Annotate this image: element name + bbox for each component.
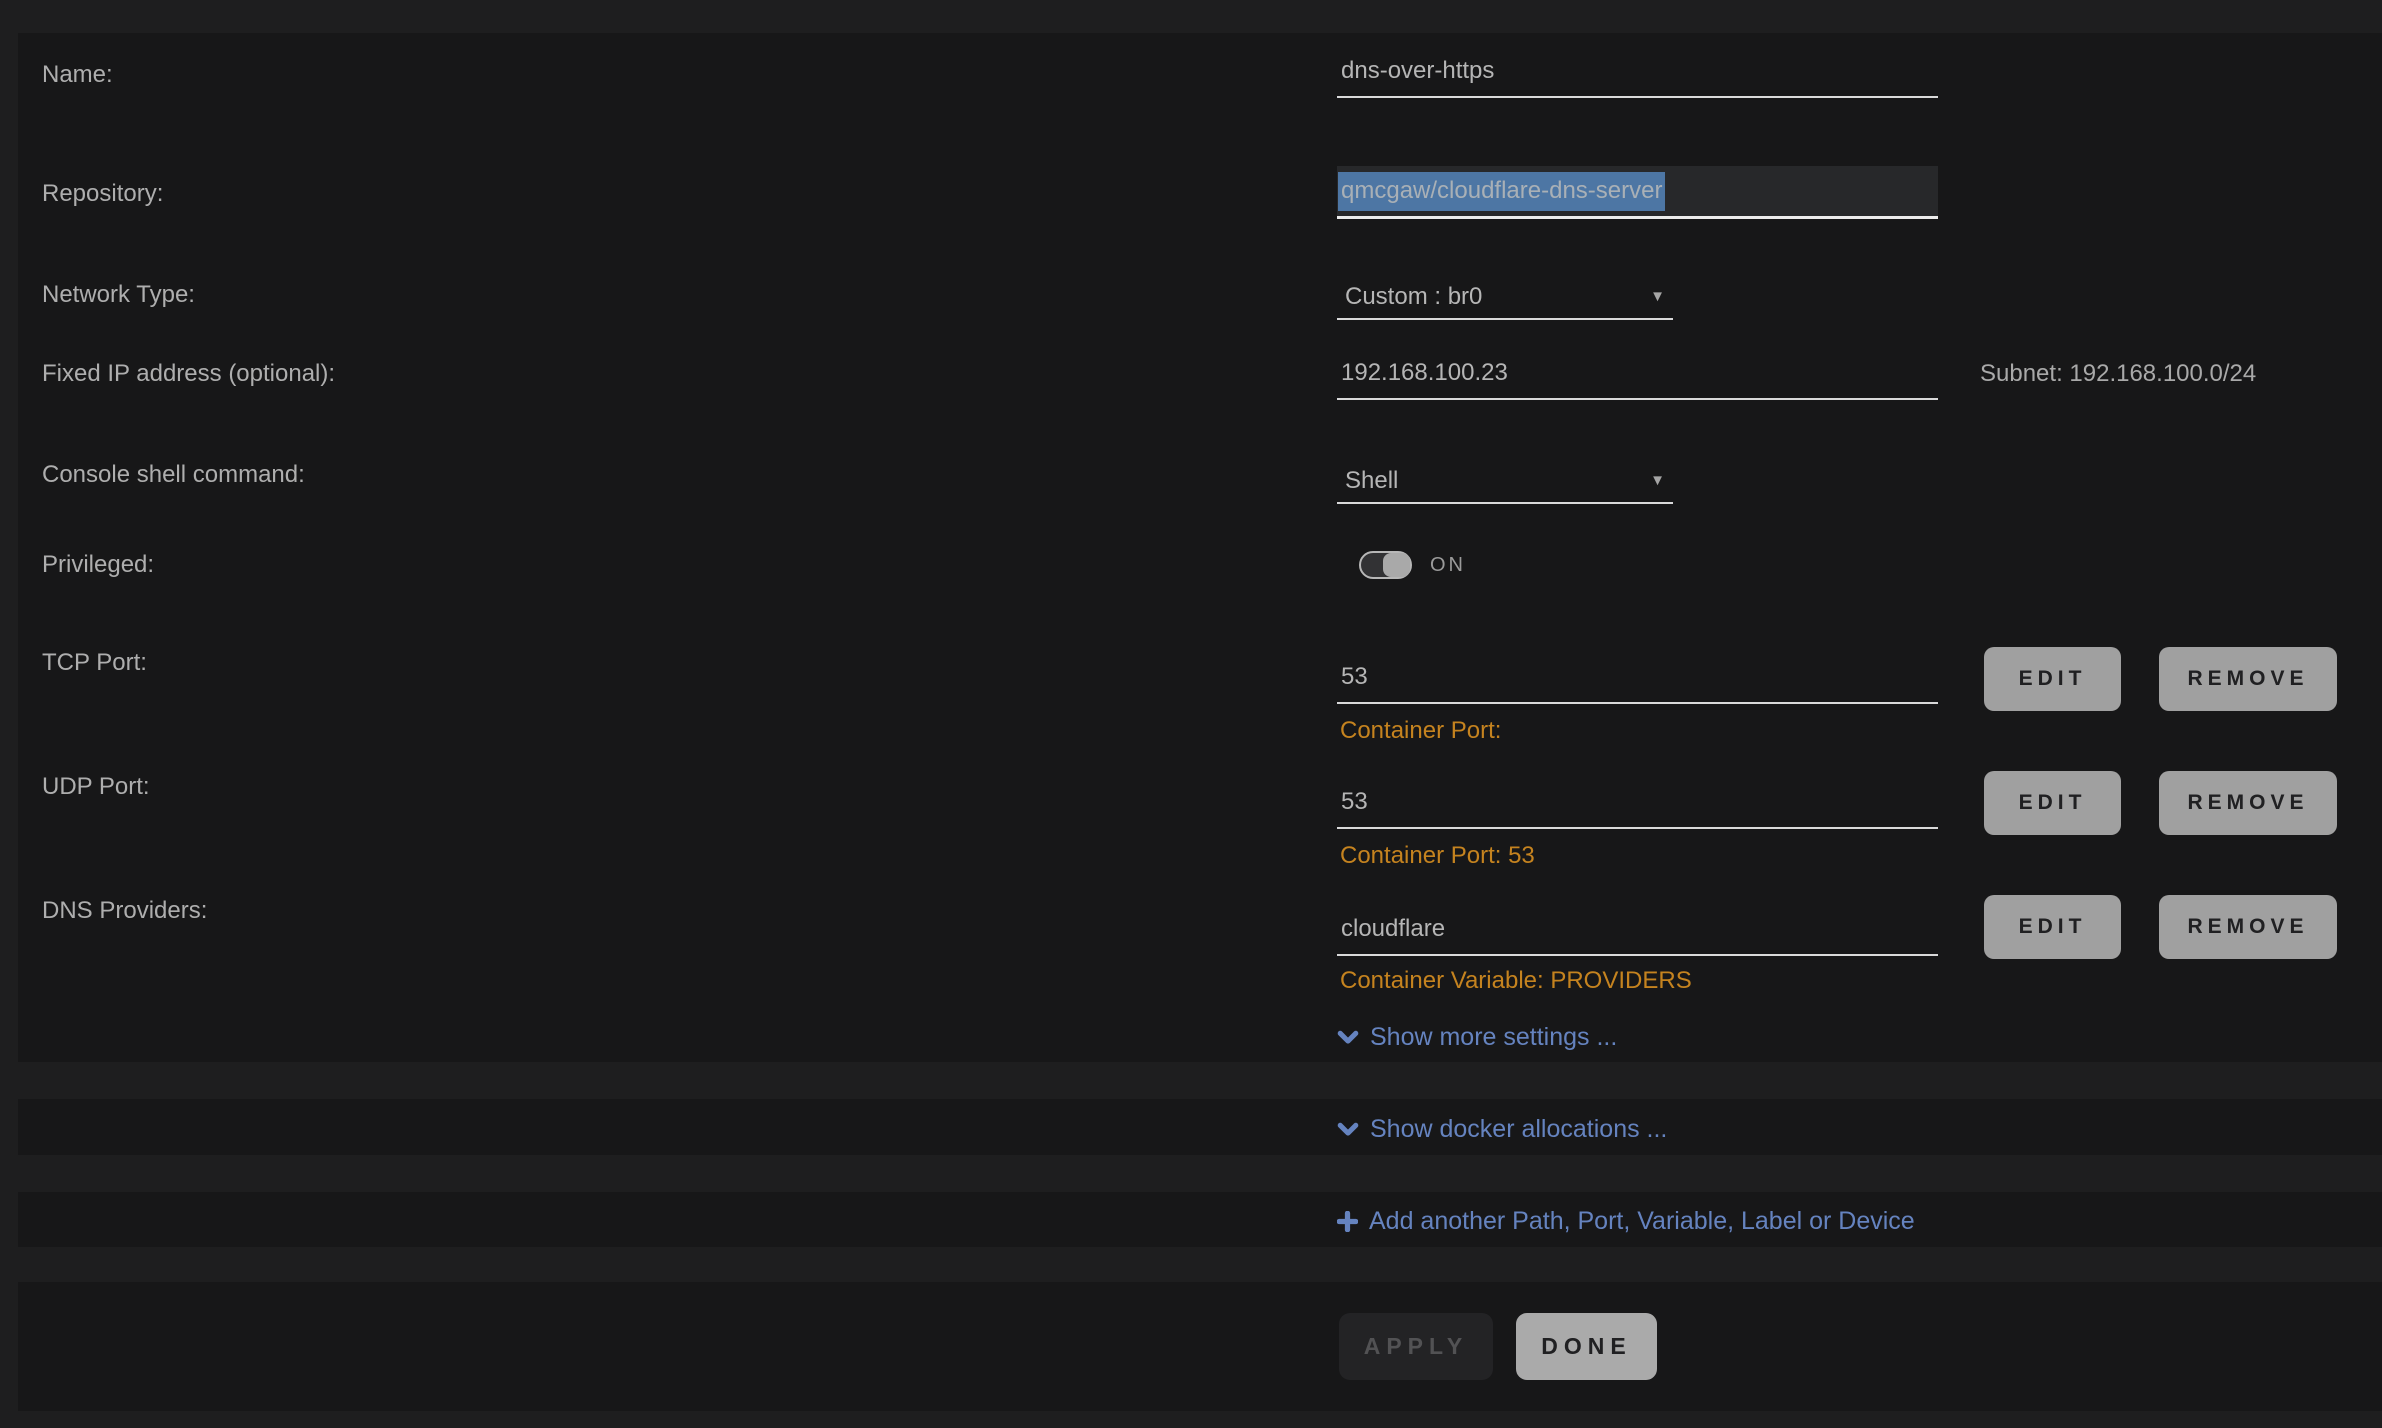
fixed-ip-label: Fixed IP address (optional):: [42, 360, 336, 387]
show-docker-allocations-link[interactable]: Show docker allocations ...: [1337, 1113, 1667, 1145]
show-more-settings-link[interactable]: Show more settings ...: [1337, 1021, 1617, 1053]
udp-port-note: Container Port: 53: [1340, 842, 1535, 869]
udp-port-label: UDP Port:: [42, 773, 150, 800]
network-type-select[interactable]: Custom : br0 ▼: [1337, 275, 1673, 320]
dns-remove-button[interactable]: REMOVE: [2159, 895, 2337, 959]
chevron-down-icon: [1337, 1026, 1359, 1048]
udp-edit-button[interactable]: EDIT: [1984, 771, 2121, 835]
fixed-ip-input[interactable]: [1337, 354, 1938, 400]
udp-port-input[interactable]: [1337, 783, 1938, 829]
name-label: Name:: [42, 61, 113, 88]
dns-edit-button[interactable]: EDIT: [1984, 895, 2121, 959]
network-type-value: Custom : br0: [1345, 282, 1483, 310]
console-shell-label: Console shell command:: [42, 461, 305, 488]
tcp-port-label: TCP Port:: [42, 649, 147, 676]
udp-remove-button[interactable]: REMOVE: [2159, 771, 2337, 835]
plus-icon: [1337, 1210, 1358, 1232]
add-another-text: Add another Path, Port, Variable, Label …: [1369, 1207, 1915, 1235]
chevron-down-icon: [1337, 1118, 1359, 1140]
apply-button[interactable]: APPLY: [1339, 1313, 1493, 1380]
repository-label: Repository:: [42, 180, 164, 207]
subnet-note: Subnet: 192.168.100.0/24: [1980, 360, 2257, 387]
tcp-remove-button[interactable]: REMOVE: [2159, 647, 2337, 711]
tcp-port-note: Container Port:: [1340, 717, 1502, 744]
network-type-label: Network Type:: [42, 281, 195, 308]
tcp-edit-button[interactable]: EDIT: [1984, 647, 2121, 711]
repository-input[interactable]: qmcgaw/cloudflare-dns-server: [1337, 166, 1938, 219]
dns-providers-label: DNS Providers:: [42, 897, 208, 924]
dropdown-caret-icon: ▼: [1650, 472, 1665, 489]
privileged-state: ON: [1430, 554, 1466, 576]
dns-providers-note: Container Variable: PROVIDERS: [1340, 967, 1692, 994]
tcp-port-input[interactable]: [1337, 658, 1938, 704]
privileged-toggle[interactable]: [1359, 551, 1412, 579]
done-button[interactable]: DONE: [1516, 1313, 1657, 1380]
docker-allocations-row: [18, 1099, 2382, 1155]
show-docker-allocations-text: Show docker allocations ...: [1370, 1115, 1668, 1143]
privileged-label: Privileged:: [42, 551, 155, 578]
add-another-row: [18, 1192, 2382, 1247]
dns-providers-input[interactable]: [1337, 910, 1938, 956]
dropdown-caret-icon: ▼: [1650, 288, 1665, 305]
name-input[interactable]: [1337, 52, 1938, 98]
add-another-link[interactable]: Add another Path, Port, Variable, Label …: [1337, 1205, 1915, 1237]
console-shell-value: Shell: [1345, 466, 1399, 494]
toggle-knob: [1383, 553, 1410, 577]
show-more-settings-text: Show more settings ...: [1370, 1023, 1618, 1051]
console-shell-select[interactable]: Shell ▼: [1337, 459, 1673, 504]
repository-selected-text: qmcgaw/cloudflare-dns-server: [1338, 171, 1666, 211]
actions-row: [18, 1282, 2382, 1411]
